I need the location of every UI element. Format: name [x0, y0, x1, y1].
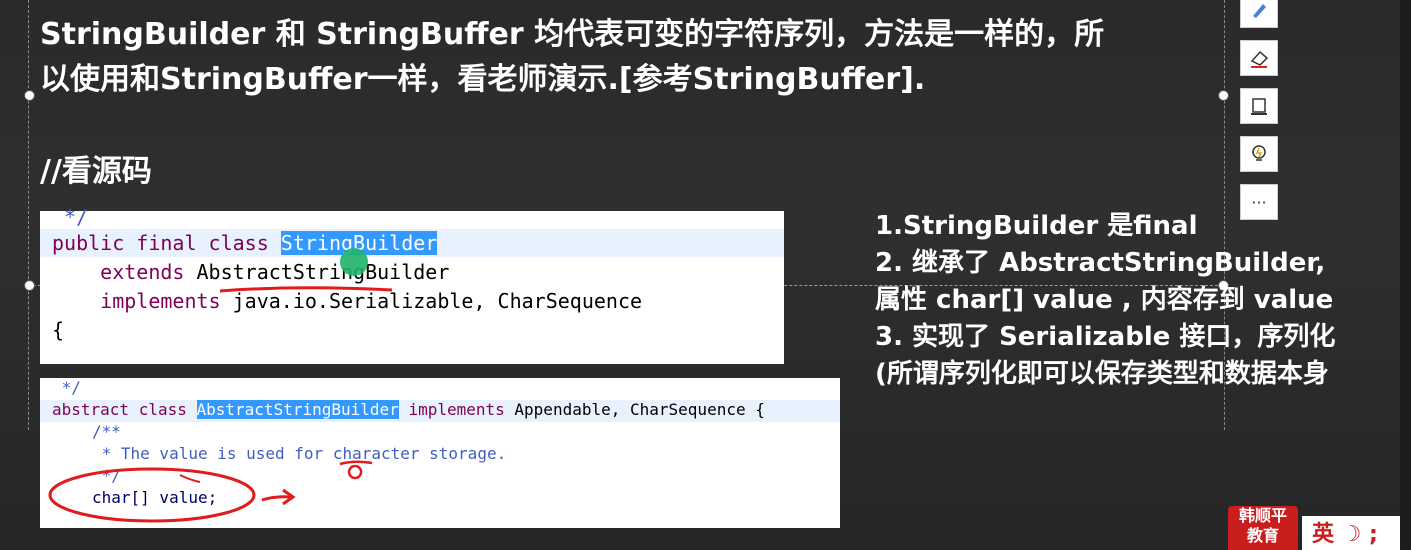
notes-panel: 1.StringBuilder 是final 2. 继承了 AbstractSt… — [875, 208, 1405, 393]
note-line: (所谓序列化即可以保存类型和数据本身 — [875, 359, 1329, 389]
note-line: 1.StringBuilder 是final — [875, 211, 1198, 241]
ime-indicator[interactable]: 英 ☽ ; — [1302, 516, 1411, 550]
note-line: 属性 char[] value , 内容存到 value — [875, 285, 1334, 315]
pen-icon[interactable] — [1240, 0, 1278, 28]
frame-icon[interactable] — [1240, 88, 1278, 124]
note-line: 3. 实现了 Serializable 接口，序列化 — [875, 322, 1336, 352]
eraser-icon[interactable] — [1240, 40, 1278, 76]
bulb-icon[interactable] — [1240, 136, 1278, 172]
brand-logo: 韩顺平 教育 — [1228, 506, 1298, 550]
move-cursor-icon — [340, 248, 368, 276]
note-line: 2. 继承了 AbstractStringBuilder, — [875, 248, 1326, 278]
more-icon[interactable]: ··· — [1240, 184, 1278, 220]
window-edge — [1400, 0, 1411, 550]
